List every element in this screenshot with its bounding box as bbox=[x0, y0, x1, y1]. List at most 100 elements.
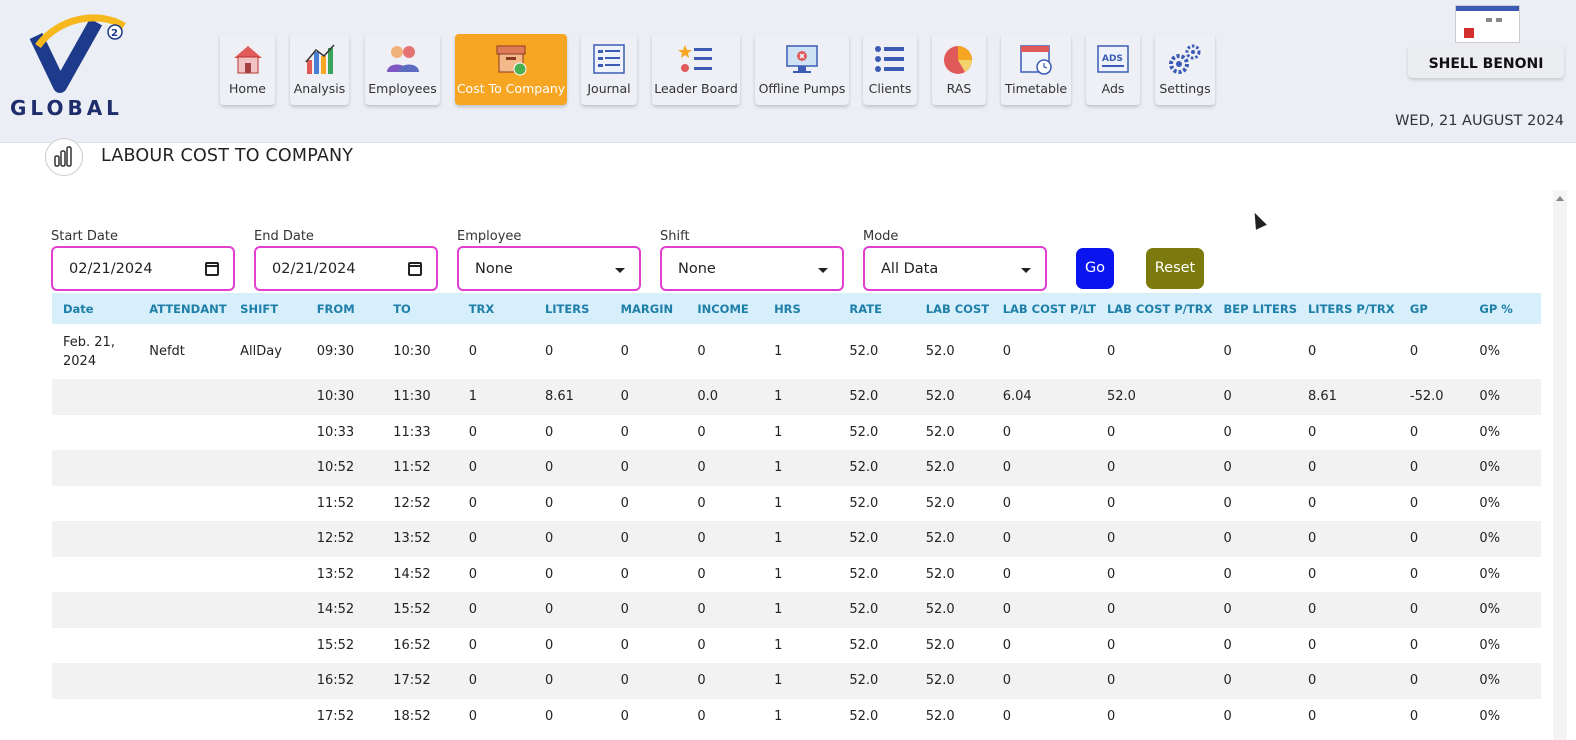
nav-cost-to-company[interactable]: Cost To Company bbox=[455, 34, 567, 105]
table-cell: 0 bbox=[1002, 495, 1011, 511]
column-header[interactable]: ATTENDANT bbox=[138, 293, 229, 324]
table-cell: 0 bbox=[620, 708, 629, 724]
nav-analysis[interactable]: Analysis bbox=[290, 34, 349, 105]
employee-select[interactable]: None bbox=[457, 246, 641, 291]
shift-select[interactable]: None bbox=[660, 246, 844, 291]
column-header[interactable]: TO bbox=[382, 293, 458, 324]
nav-journal[interactable]: Journal bbox=[581, 34, 637, 105]
table-cell: 0 bbox=[1409, 344, 1419, 359]
home-icon bbox=[233, 46, 262, 74]
offline-pumps-icon bbox=[786, 45, 818, 73]
end-date-input[interactable]: 02/21/2024 bbox=[254, 246, 438, 291]
start-date-input[interactable]: 02/21/2024 bbox=[51, 246, 235, 291]
column-header[interactable]: LITERS bbox=[534, 293, 610, 324]
user-name-button[interactable]: SHELL BENONI bbox=[1408, 44, 1564, 78]
table-cell: 1 bbox=[468, 389, 477, 405]
mouse-cursor-icon bbox=[1249, 210, 1267, 230]
nav-ads[interactable]: ADS Ads bbox=[1086, 34, 1140, 105]
table-cell: 0 bbox=[1223, 460, 1232, 476]
journal-icon bbox=[593, 44, 625, 74]
clients-icon bbox=[875, 46, 904, 72]
nav-home[interactable]: Home bbox=[220, 34, 275, 105]
end-date-filter: End Date 02/21/2024 bbox=[254, 229, 438, 291]
nav-leader-board[interactable]: Leader Board bbox=[652, 34, 740, 105]
nav-employees[interactable]: Employees bbox=[365, 34, 440, 105]
table-cell: 0 bbox=[697, 531, 706, 547]
table-cell: 0 bbox=[1409, 637, 1419, 653]
labour-cost-table: Date ATTENDANT SHIFT FROM TO TRX LITERS MARGIN I… bbox=[52, 293, 1541, 734]
column-header[interactable]: LAB COST P/TRX bbox=[1096, 293, 1213, 324]
nav-label: Settings bbox=[1159, 81, 1211, 96]
nav-clients[interactable]: Clients bbox=[863, 34, 917, 105]
scroll-up-icon[interactable] bbox=[1556, 196, 1564, 201]
caret-down-icon bbox=[1021, 268, 1031, 273]
table-row: 15:52 16:52 0 0 0 0 1 52.0 52.0 0 0 0 0 0 0% bbox=[52, 628, 1541, 664]
mode-select[interactable]: All Data bbox=[863, 246, 1047, 291]
column-header[interactable]: LAB COST bbox=[915, 293, 992, 324]
table-cell: 10:52 bbox=[316, 460, 355, 476]
column-header[interactable]: HRS bbox=[763, 293, 838, 324]
column-header[interactable]: LAB COST P/LT bbox=[992, 293, 1096, 324]
table-cell: 52.0 bbox=[925, 389, 955, 405]
table-cell bbox=[138, 592, 229, 628]
column-header[interactable]: LITERS P/TRX bbox=[1297, 293, 1399, 324]
table-cell bbox=[138, 521, 229, 557]
table-cell bbox=[229, 379, 306, 415]
column-header[interactable]: RATE bbox=[838, 293, 914, 324]
logo-text: GLOBAL bbox=[10, 96, 123, 120]
ads-icon: ADS bbox=[1097, 45, 1129, 73]
table-row: 13:52 14:52 0 0 0 0 1 52.0 52.0 0 0 0 0 0 0% bbox=[52, 557, 1541, 593]
column-header[interactable]: GP % bbox=[1468, 293, 1541, 324]
column-header[interactable]: SHIFT bbox=[229, 293, 306, 324]
column-header[interactable]: FROM bbox=[306, 293, 382, 324]
table-cell: 0% bbox=[1479, 344, 1501, 359]
table-cell: 0% bbox=[1479, 637, 1501, 653]
table-cell: 0 bbox=[1106, 531, 1116, 547]
shift-label: Shift bbox=[660, 229, 690, 244]
table-cell bbox=[52, 663, 138, 699]
table-cell: 0 bbox=[1409, 495, 1419, 511]
page-title: LABOUR COST TO COMPANY bbox=[101, 146, 354, 166]
column-header[interactable]: GP bbox=[1399, 293, 1469, 324]
table-cell: 52.0 bbox=[849, 389, 879, 405]
table-cell: 1 bbox=[774, 673, 783, 689]
table-cell bbox=[52, 521, 138, 557]
column-header[interactable]: Date bbox=[52, 293, 138, 324]
scrollbar[interactable] bbox=[1553, 190, 1567, 740]
user-thumbnail[interactable] bbox=[1455, 5, 1520, 43]
table-cell bbox=[229, 450, 306, 486]
table-cell: 0 bbox=[697, 460, 706, 476]
calendar-icon[interactable] bbox=[205, 262, 219, 276]
column-header[interactable]: INCOME bbox=[686, 293, 763, 324]
table-cell: 0 bbox=[1106, 460, 1116, 476]
table-cell: 0 bbox=[1307, 708, 1317, 724]
nav-settings[interactable]: Settings bbox=[1155, 34, 1215, 105]
table-cell: 0 bbox=[1223, 389, 1232, 405]
table-cell: 0 bbox=[1409, 531, 1419, 547]
column-header[interactable]: BEP LITERS bbox=[1212, 293, 1297, 324]
cost-box-icon bbox=[496, 45, 527, 76]
settings-gear-icon bbox=[1169, 44, 1201, 74]
column-header[interactable]: MARGIN bbox=[610, 293, 687, 324]
table-row: 10:52 11:52 0 0 0 0 1 52.0 52.0 0 0 0 0 0 0% bbox=[52, 450, 1541, 486]
table-cell: 0 bbox=[620, 673, 629, 689]
table-cell bbox=[229, 628, 306, 664]
table-cell: 0 bbox=[544, 566, 554, 582]
nav-ras[interactable]: RAS bbox=[932, 34, 986, 105]
table-cell: 1 bbox=[774, 566, 783, 582]
leaderboard-icon bbox=[678, 45, 712, 72]
reset-button[interactable]: Reset bbox=[1146, 248, 1204, 289]
table-cell: 0 bbox=[544, 637, 554, 653]
nav-offline-pumps[interactable]: Offline Pumps bbox=[755, 34, 849, 105]
table-cell: 0 bbox=[697, 344, 706, 359]
table-cell: 0 bbox=[1307, 495, 1317, 511]
table-cell: 0 bbox=[697, 566, 706, 582]
column-header[interactable]: TRX bbox=[458, 293, 534, 324]
nav-timetable[interactable]: Timetable bbox=[1001, 34, 1071, 105]
table-header-row: Date ATTENDANT SHIFT FROM TO TRX LITERS MARGIN I… bbox=[52, 293, 1541, 324]
table-cell: 52.0 bbox=[925, 708, 955, 724]
table-cell: 13:52 bbox=[316, 566, 355, 582]
go-button[interactable]: Go bbox=[1076, 248, 1114, 289]
table-cell: 0 bbox=[620, 424, 629, 440]
calendar-icon[interactable] bbox=[408, 262, 422, 276]
